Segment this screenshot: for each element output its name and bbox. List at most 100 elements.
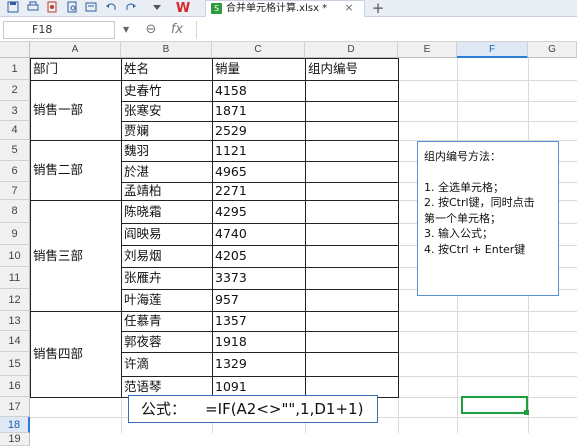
sales-cell[interactable]: 1329 bbox=[212, 352, 305, 376]
name-cell[interactable]: 贾斓 bbox=[121, 121, 212, 140]
column-header-d[interactable]: D bbox=[305, 42, 398, 58]
table-border bbox=[121, 245, 399, 246]
name-cell[interactable]: 於湛 bbox=[121, 161, 212, 182]
active-cell-cursor[interactable] bbox=[461, 396, 528, 414]
row-header-17[interactable]: 17 bbox=[0, 397, 30, 417]
row-header-6[interactable]: 6 bbox=[0, 161, 30, 182]
sales-cell[interactable]: 4205 bbox=[212, 245, 305, 267]
department-cell[interactable]: 销售一部 bbox=[30, 80, 121, 140]
department-cell[interactable]: 销售二部 bbox=[30, 140, 121, 200]
fill-handle[interactable] bbox=[524, 410, 529, 415]
sales-cell[interactable]: 3373 bbox=[212, 267, 305, 289]
table-border bbox=[121, 161, 399, 162]
close-tab-icon[interactable]: × bbox=[342, 0, 356, 17]
sales-cell[interactable]: 1121 bbox=[212, 140, 305, 161]
name-cell[interactable]: 范语琴 bbox=[121, 376, 212, 397]
print-icon[interactable] bbox=[26, 1, 40, 15]
name-cell[interactable]: 陈晓霜 bbox=[121, 200, 212, 223]
department-cell[interactable]: 销售三部 bbox=[30, 200, 121, 311]
name-cell[interactable]: 刘易烟 bbox=[121, 245, 212, 267]
note-line: 4. 按Ctrl + Enter键 bbox=[424, 242, 526, 256]
row-header-13[interactable]: 13 bbox=[0, 311, 30, 331]
sales-cell[interactable]: 2271 bbox=[212, 182, 305, 200]
sales-cell[interactable]: 1871 bbox=[212, 101, 305, 121]
name-cell[interactable]: 郭夜蓉 bbox=[121, 331, 212, 352]
table-border bbox=[30, 58, 399, 59]
sales-cell[interactable]: 2529 bbox=[212, 121, 305, 140]
table-border bbox=[30, 80, 399, 81]
table-border bbox=[30, 58, 31, 398]
column-header-e[interactable]: E bbox=[398, 42, 457, 58]
row-header-7[interactable]: 7 bbox=[0, 182, 30, 200]
row-header-12[interactable]: 12 bbox=[0, 289, 30, 311]
table-border bbox=[121, 101, 399, 102]
dropdown-icon[interactable] bbox=[150, 1, 164, 15]
name-cell[interactable]: 许滴 bbox=[121, 352, 212, 376]
add-tab-icon[interactable]: + bbox=[370, 0, 386, 17]
sales-cell[interactable]: 957 bbox=[212, 289, 305, 311]
fx-icon[interactable]: fx bbox=[166, 21, 188, 39]
row-header-9[interactable]: 9 bbox=[0, 223, 30, 245]
row-header-18[interactable]: 18 bbox=[0, 417, 30, 433]
table-header-cell[interactable]: 组内编号 bbox=[305, 58, 398, 80]
row-header-11[interactable]: 11 bbox=[0, 267, 30, 289]
name-cell[interactable]: 魏羽 bbox=[121, 140, 212, 161]
table-border bbox=[305, 58, 306, 398]
row-header-4[interactable]: 4 bbox=[0, 121, 30, 140]
name-cell[interactable]: 张寒安 bbox=[121, 101, 212, 121]
sales-cell[interactable]: 4740 bbox=[212, 223, 305, 245]
sales-cell[interactable]: 1091 bbox=[212, 376, 305, 397]
name-cell[interactable]: 叶海莲 bbox=[121, 289, 212, 311]
name-cell[interactable]: 任慕青 bbox=[121, 311, 212, 331]
formula-input[interactable] bbox=[196, 21, 576, 39]
chevron-down-icon[interactable]: ▼ bbox=[123, 22, 133, 38]
sales-cell[interactable]: 4295 bbox=[212, 200, 305, 223]
row-header-14[interactable]: 14 bbox=[0, 331, 30, 352]
print-setup-icon[interactable] bbox=[84, 1, 98, 15]
table-border bbox=[121, 289, 399, 290]
row-header-5[interactable]: 5 bbox=[0, 140, 30, 161]
column-header-c[interactable]: C bbox=[212, 42, 305, 58]
row-header-3[interactable]: 3 bbox=[0, 101, 30, 121]
document-tab[interactable]: S 合并单元格计算.xlsx * bbox=[205, 0, 365, 17]
wps-logo-icon[interactable]: W bbox=[174, 1, 192, 16]
row-header-8[interactable]: 8 bbox=[0, 200, 30, 223]
table-border bbox=[30, 200, 399, 201]
column-header-b[interactable]: B bbox=[121, 42, 212, 58]
table-border bbox=[30, 140, 399, 141]
sales-cell[interactable]: 4158 bbox=[212, 80, 305, 101]
print-preview-icon[interactable] bbox=[65, 1, 79, 15]
table-header-cell[interactable]: 姓名 bbox=[121, 58, 212, 80]
zoom-icon[interactable]: ⊖ bbox=[142, 21, 160, 39]
undo-icon[interactable] bbox=[104, 1, 118, 15]
column-header-g[interactable]: G bbox=[528, 42, 577, 58]
row-header-2[interactable]: 2 bbox=[0, 80, 30, 101]
row-header-16[interactable]: 16 bbox=[0, 376, 30, 397]
save-icon[interactable] bbox=[6, 1, 20, 15]
note-text-box[interactable]: 组内编号方法： 1. 全选单元格； 2. 按Ctrl键，同时点击 第一个单元格；… bbox=[417, 141, 559, 296]
sales-cell[interactable]: 4965 bbox=[212, 161, 305, 182]
row-header-19[interactable]: 19 bbox=[0, 433, 30, 446]
export-pdf-icon[interactable] bbox=[45, 1, 59, 15]
table-header-cell[interactable]: 部门 bbox=[30, 58, 121, 80]
name-cell[interactable]: 孟靖柏 bbox=[121, 182, 212, 200]
name-cell[interactable]: 张雁卉 bbox=[121, 267, 212, 289]
name-cell[interactable]: 史春竹 bbox=[121, 80, 212, 101]
select-all-corner[interactable] bbox=[0, 42, 30, 58]
redo-icon[interactable] bbox=[124, 1, 138, 15]
table-header-cell[interactable]: 销量 bbox=[212, 58, 305, 80]
department-cell[interactable]: 销售四部 bbox=[30, 311, 121, 397]
row-header-15[interactable]: 15 bbox=[0, 352, 30, 376]
row-header-10[interactable]: 10 bbox=[0, 245, 30, 267]
formula-text-box[interactable]: 公式： =IF(A2<>"",1,D1+1) bbox=[128, 395, 378, 423]
name-cell[interactable]: 阎映易 bbox=[121, 223, 212, 245]
row-header-1[interactable]: 1 bbox=[0, 58, 30, 80]
column-header-a[interactable]: A bbox=[30, 42, 121, 58]
column-header-f[interactable]: F bbox=[457, 42, 528, 58]
sales-cell[interactable]: 1357 bbox=[212, 311, 305, 331]
name-box[interactable]: F18 bbox=[3, 21, 115, 39]
table-border bbox=[121, 376, 399, 377]
note-line: 2. 按Ctrl键，同时点击 bbox=[424, 196, 535, 209]
sales-cell[interactable]: 1918 bbox=[212, 331, 305, 352]
table-border bbox=[121, 58, 122, 398]
